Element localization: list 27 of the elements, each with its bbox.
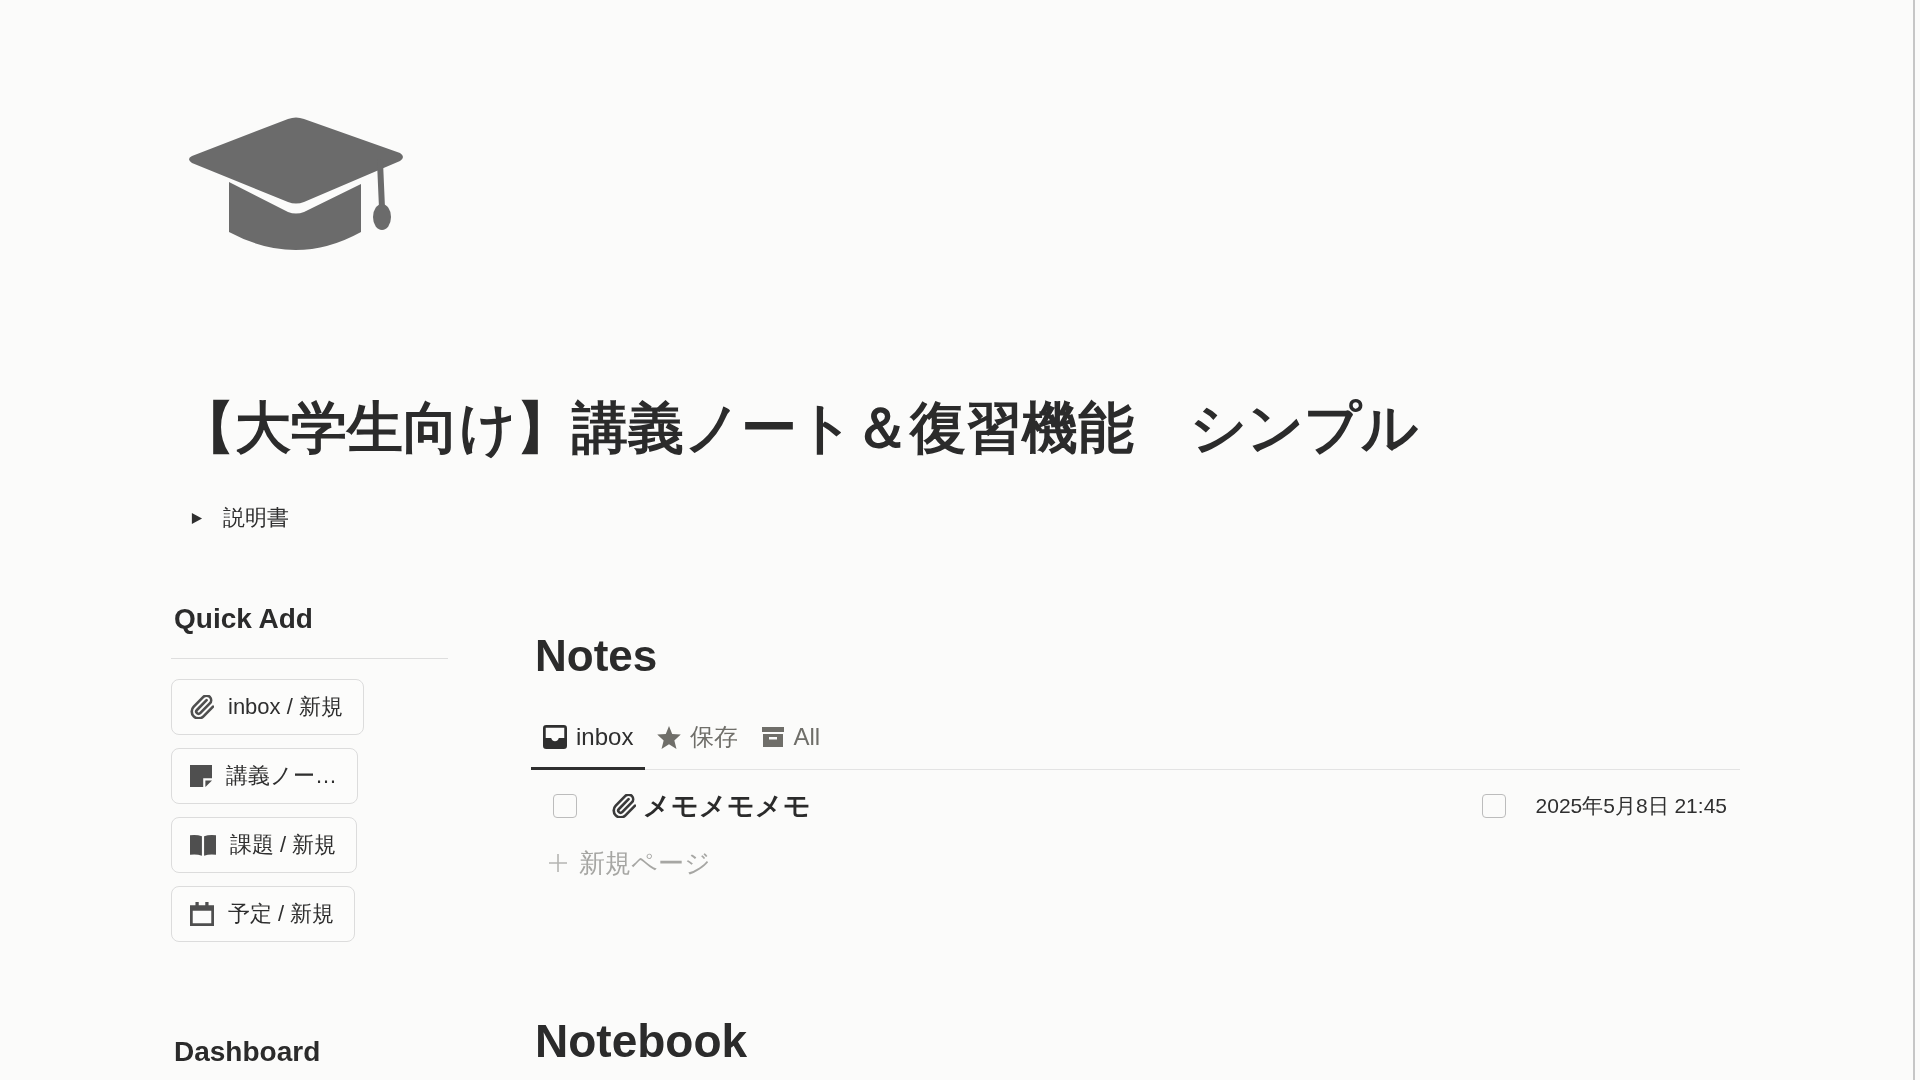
quick-add-button[interactable]: inbox / 新規 (171, 679, 364, 735)
section-heading: Notes (535, 630, 658, 682)
tab[interactable]: inbox (531, 707, 646, 770)
toggle[interactable]: 説明書 (186, 501, 293, 535)
open-book-icon (190, 834, 216, 856)
section-heading: Quick Add (174, 602, 313, 636)
sticky-note-icon (190, 765, 212, 787)
plus-icon (549, 854, 567, 872)
paperclip-icon (612, 794, 636, 818)
quick-add-button[interactable]: 課題 / 新規 (171, 817, 358, 873)
tab[interactable]: All (750, 707, 833, 770)
inbox-tray-icon (543, 725, 567, 749)
note-title[interactable]: メモメモメモ (643, 788, 811, 824)
quick-add-button[interactable]: 講義ノー… (171, 748, 358, 804)
quick-add-button[interactable]: 予定 / 新規 (171, 886, 356, 942)
calendar-icon (190, 902, 214, 926)
tab[interactable]: 保存 (645, 707, 751, 770)
page-title: 【大学生向け】講義ノート＆復習機能 シンプル (179, 395, 1418, 461)
checkbox[interactable] (553, 794, 577, 818)
section-heading: Notebook (535, 1014, 748, 1069)
archive-box-icon (762, 727, 785, 747)
checkbox[interactable] (1481, 794, 1506, 818)
star-icon (657, 725, 682, 749)
section-heading: Dashboard (174, 1035, 321, 1069)
paperclip-icon (190, 695, 214, 719)
date-text: 2025年5月8日 21:45 (1535, 793, 1727, 819)
graduation-cap-icon (186, 116, 406, 252)
